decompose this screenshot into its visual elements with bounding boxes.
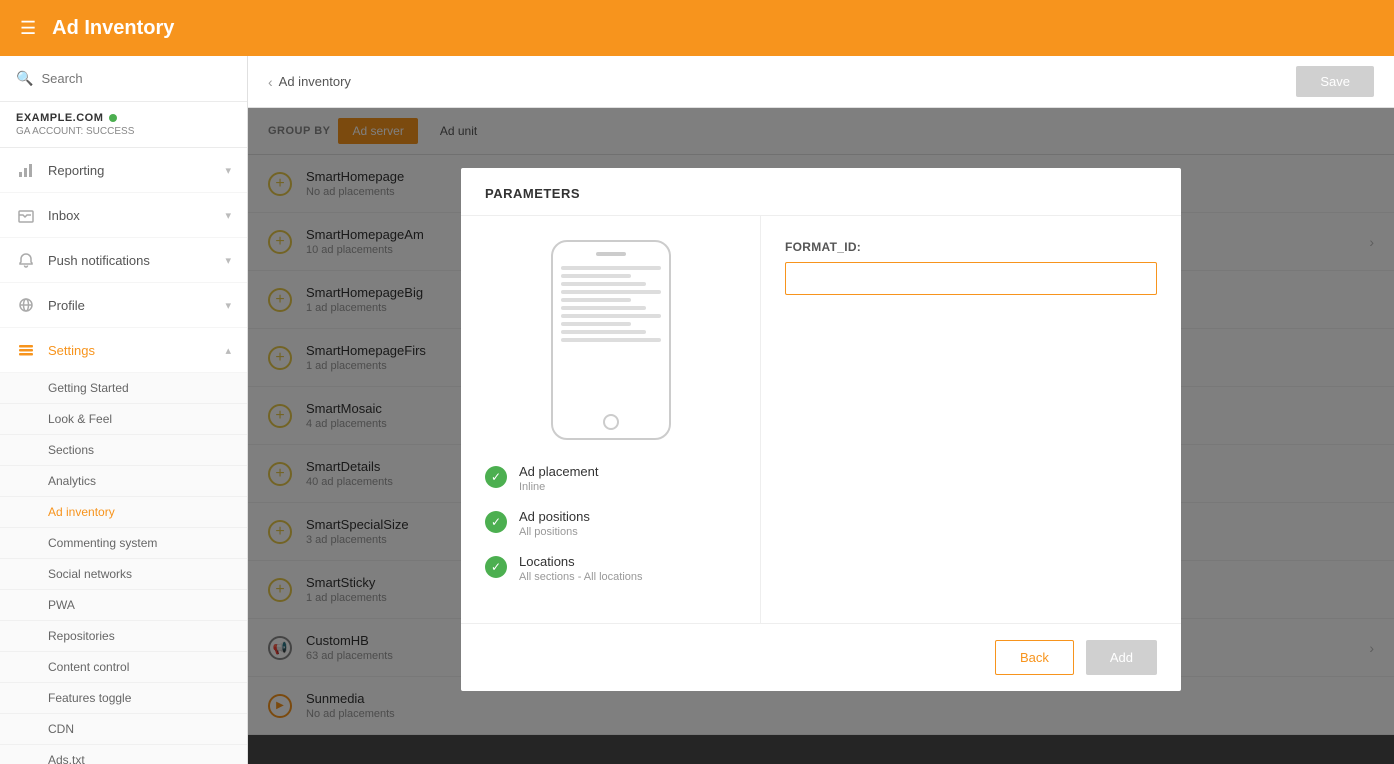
phone-mockup [551,240,671,440]
site-info: EXAMPLE.COM GA ACCOUNT: SUCCESS [0,102,247,148]
sub-nav-repositories[interactable]: Repositories [0,621,247,652]
reporting-arrow: ▾ [225,164,231,177]
header-title: Ad Inventory [52,17,174,40]
feature-value: All sections - All locations [519,571,643,583]
content-body: GROUP BY Ad server Ad unit + SmartHomepa… [248,108,1394,764]
phone-screen [561,266,661,426]
sub-nav-sections[interactable]: Sections [0,435,247,466]
modal-header: PARAMETERS [461,168,1181,216]
feature-name: Ad placement [519,464,599,479]
feature-info: Ad placement Inline [519,464,599,493]
back-button[interactable]: Back [995,640,1074,675]
profile-arrow: ▾ [225,299,231,312]
feature-ad-placement: ✓ Ad placement Inline [485,464,736,493]
save-button[interactable]: Save [1296,66,1374,97]
modal-left-panel: ✓ Ad placement Inline ✓ Ad pos [461,216,761,623]
modal-title: PARAMETERS [485,186,580,201]
sub-nav-features-toggle[interactable]: Features toggle [0,683,247,714]
phone-line [561,266,661,270]
sub-nav-getting-started[interactable]: Getting Started [0,373,247,404]
settings-icon [16,340,36,360]
main-layout: 🔍 EXAMPLE.COM GA ACCOUNT: SUCCESS Report… [0,56,1394,764]
modal-overlay: PARAMETERS [248,108,1394,764]
push-arrow: ▾ [225,254,231,267]
phone-line [561,274,631,278]
sidebar-item-push-notifications[interactable]: Push notifications ▾ [0,238,247,283]
phone-line [561,330,646,334]
breadcrumb-arrow-icon: ‹ [268,74,273,90]
search-icon: 🔍 [16,70,33,87]
ga-account: GA ACCOUNT: SUCCESS [16,126,231,137]
modal-features: ✓ Ad placement Inline ✓ Ad pos [485,464,736,599]
site-status-dot [109,114,117,122]
feature-info: Ad positions All positions [519,509,590,538]
modal-footer: Back Add [461,623,1181,691]
hamburger-icon[interactable]: ☰ [20,18,36,39]
sidebar: 🔍 EXAMPLE.COM GA ACCOUNT: SUCCESS Report… [0,56,248,764]
phone-line [561,338,661,342]
feature-name: Ad positions [519,509,590,524]
sidebar-item-inbox[interactable]: Inbox ▾ [0,193,247,238]
inbox-icon [16,205,36,225]
breadcrumb: ‹ Ad inventory [268,74,351,90]
parameters-modal: PARAMETERS [461,168,1181,691]
phone-home-button [603,414,619,430]
reporting-icon [16,160,36,180]
phone-line [561,282,646,286]
inbox-arrow: ▾ [225,209,231,222]
feature-ad-positions: ✓ Ad positions All positions [485,509,736,538]
sub-nav-content-control[interactable]: Content control [0,652,247,683]
phone-speaker [596,252,626,256]
sub-nav-cdn[interactable]: CDN [0,714,247,745]
sub-nav-pwa[interactable]: PWA [0,590,247,621]
content-topbar: ‹ Ad inventory Save [248,56,1394,108]
sidebar-item-settings[interactable]: Settings ▴ [0,328,247,373]
phone-line [561,306,646,310]
check-icon: ✓ [485,511,507,533]
sidebar-item-reporting[interactable]: Reporting ▾ [0,148,247,193]
feature-name: Locations [519,554,643,569]
check-icon: ✓ [485,466,507,488]
feature-info: Locations All sections - All locations [519,554,643,583]
sub-nav-analytics[interactable]: Analytics [0,466,247,497]
check-icon: ✓ [485,556,507,578]
phone-line [561,290,661,294]
settings-sub-nav: Getting Started Look & Feel Sections Ana… [0,373,247,764]
modal-body: ✓ Ad placement Inline ✓ Ad pos [461,216,1181,623]
sub-nav-commenting-system[interactable]: Commenting system [0,528,247,559]
sidebar-search: 🔍 [0,56,247,102]
content-area: ‹ Ad inventory Save GROUP BY Ad server A… [248,56,1394,764]
sub-nav-social-networks[interactable]: Social networks [0,559,247,590]
sub-nav-ad-inventory[interactable]: Ad inventory [0,497,247,528]
search-input[interactable] [41,71,231,86]
globe-icon [16,295,36,315]
add-button[interactable]: Add [1086,640,1157,675]
phone-line [561,322,631,326]
feature-value: Inline [519,481,599,493]
phone-line [561,298,631,302]
sub-nav-look-feel[interactable]: Look & Feel [0,404,247,435]
settings-arrow: ▴ [225,344,231,357]
sidebar-item-profile[interactable]: Profile ▾ [0,283,247,328]
bell-icon [16,250,36,270]
phone-line [561,314,661,318]
site-name: EXAMPLE.COM [16,112,231,124]
sub-nav-ads-txt[interactable]: Ads.txt [0,745,247,764]
top-header: ☰ Ad Inventory [0,0,1394,56]
feature-value: All positions [519,526,590,538]
format-id-label: FORMAT_ID: [785,240,1157,254]
modal-right-panel: FORMAT_ID: [761,216,1181,623]
format-id-input[interactable] [785,262,1157,295]
feature-locations: ✓ Locations All sections - All locations [485,554,736,583]
